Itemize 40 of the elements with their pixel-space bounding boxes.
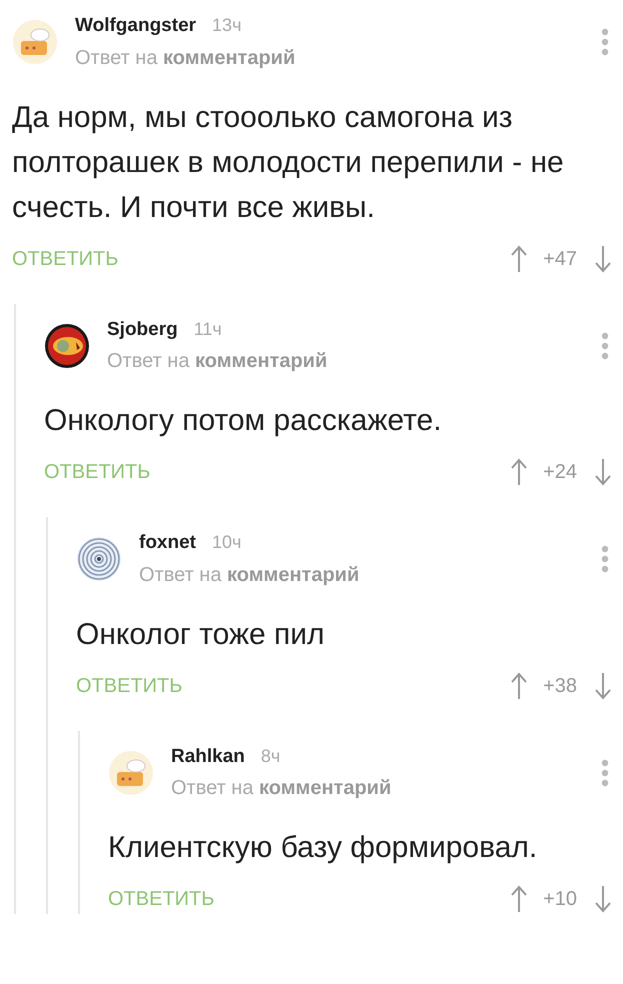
username[interactable]: Sjoberg [107, 318, 178, 340]
more-menu-icon[interactable] [601, 332, 609, 360]
comment-text: Онколог тоже пил [76, 616, 326, 652]
downvote-icon[interactable] [595, 885, 611, 913]
vote-score: +10 [543, 887, 577, 912]
downvote-icon[interactable] [595, 244, 611, 272]
reply-to-link[interactable]: Ответ на комментарий [75, 42, 296, 72]
timestamp: 8ч [260, 746, 280, 766]
vote-score: +47 [543, 246, 577, 272]
avatar [76, 536, 122, 582]
vote-score: +24 [543, 460, 577, 485]
username[interactable]: Wolfgangster [75, 15, 196, 36]
avatar [12, 19, 58, 66]
reply-to-link[interactable]: Ответ на комментарий [139, 560, 360, 590]
comment-text: Онкологу потом расскажете. [44, 403, 443, 439]
more-menu-icon[interactable] [601, 758, 609, 787]
reply-to-link[interactable]: Ответ на комментарий [171, 773, 392, 803]
reply-button[interactable]: ОТВЕТИТЬ [108, 884, 214, 914]
upvote-icon[interactable] [511, 244, 528, 272]
upvote-icon[interactable] [511, 885, 528, 913]
downvote-icon[interactable] [595, 672, 611, 700]
username[interactable]: foxnet [139, 532, 196, 553]
reply-button[interactable]: ОТВЕТИТЬ [44, 457, 150, 487]
timestamp: 13ч [212, 15, 242, 35]
upvote-icon[interactable] [511, 458, 528, 486]
reply-button[interactable]: ОТВЕТИТЬ [76, 670, 182, 700]
timestamp: 10ч [212, 532, 242, 552]
more-menu-icon[interactable] [601, 28, 609, 56]
comment-text: Да норм, мы стооолько самогона из полторашек в молодости перепили - не счесть. И почти все живы. [12, 100, 565, 226]
avatar [44, 322, 90, 369]
upvote-icon[interactable] [511, 672, 528, 700]
reply-button[interactable]: ОТВЕТИТЬ [12, 244, 118, 274]
username[interactable]: Rahlkan [171, 746, 245, 766]
reply-to-link[interactable]: Ответ на комментарий [107, 346, 328, 376]
downvote-icon[interactable] [595, 458, 611, 486]
more-menu-icon[interactable] [601, 545, 609, 574]
avatar [108, 750, 154, 796]
timestamp: 11ч [194, 318, 222, 338]
comment-text: Клиентскую базу формировал. [108, 830, 538, 866]
vote-score: +38 [543, 674, 577, 698]
